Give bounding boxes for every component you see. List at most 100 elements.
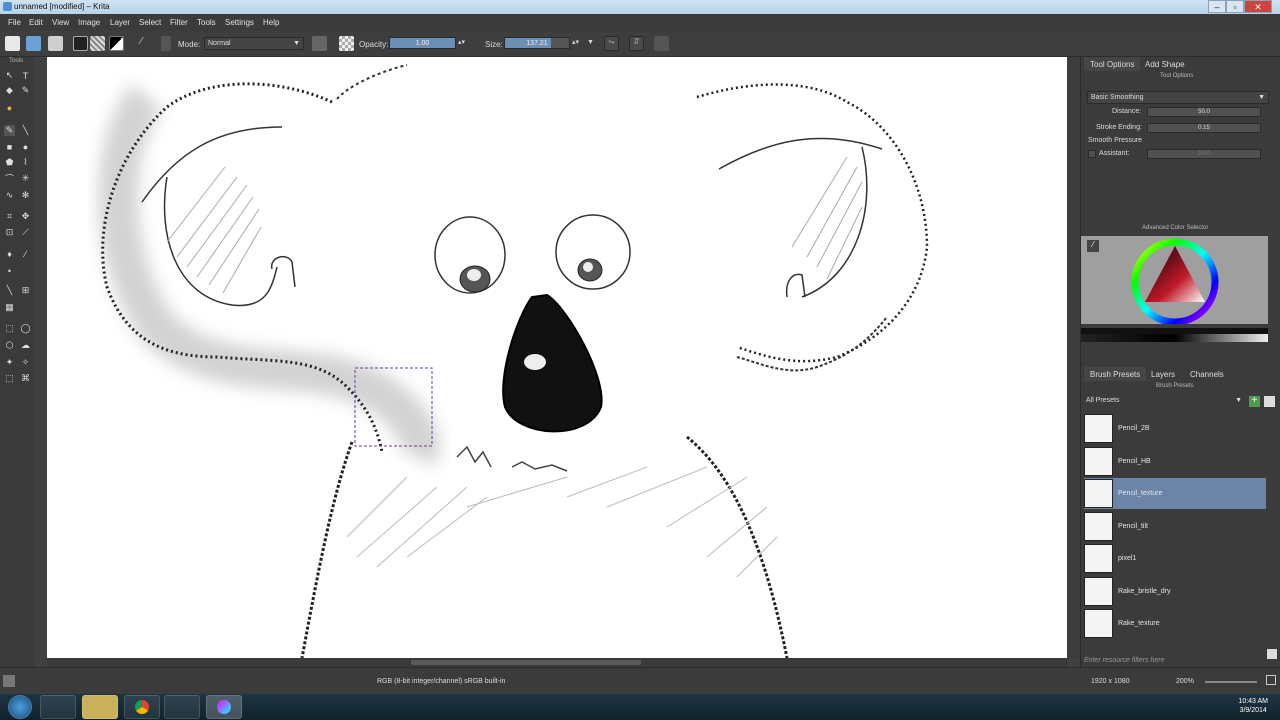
menu-file[interactable]: File (8, 18, 21, 27)
size-stepper-icon[interactable]: ▴▾ (572, 38, 579, 46)
eyedropper-icon[interactable]: ⁄ (1087, 240, 1099, 252)
stroke-ending-slider[interactable]: 0.15 (1147, 123, 1261, 133)
freehand-select-icon[interactable]: ☁ (20, 340, 31, 351)
menu-help[interactable]: Help (263, 18, 279, 27)
brush-preset-item[interactable]: Pencil_2B (1084, 413, 1266, 444)
text-tool-icon[interactable]: T (20, 70, 31, 81)
line-tool-icon[interactable]: ╲ (20, 125, 31, 136)
pattern-icon[interactable] (90, 36, 105, 51)
rect-select-icon[interactable]: ⬚ (4, 323, 15, 334)
color-wheel[interactable] (1081, 236, 1268, 326)
minimize-button[interactable]: – (1208, 0, 1226, 13)
horizontal-scrollbar[interactable] (47, 658, 1067, 667)
assistant-tool-icon[interactable]: ⟋ (20, 227, 31, 238)
sketch-brush-icon[interactable]: ✻ (20, 190, 31, 201)
measure-tool-icon[interactable]: ╲ (4, 285, 15, 296)
alpha-lock-icon[interactable] (339, 36, 354, 51)
assistant-slider[interactable]: 1000 (1147, 149, 1261, 159)
chevron-down-icon[interactable]: ▼ (587, 39, 594, 46)
brush-preset-item[interactable]: Rake_bristle_dry (1084, 576, 1266, 607)
color-history-bar[interactable] (1081, 328, 1268, 350)
crop-tool-icon[interactable]: ⌗ (4, 211, 15, 222)
multibrush-icon[interactable]: ✳ (20, 173, 31, 184)
advanced-color-selector[interactable]: ⁄ (1081, 236, 1268, 326)
color-picker-icon[interactable]: ⁄ (20, 248, 31, 259)
eraser-icon[interactable] (312, 36, 327, 51)
opacity-stepper-icon[interactable]: ▴▾ (458, 38, 465, 46)
close-button[interactable]: ✕ (1244, 0, 1272, 13)
workspace-icon[interactable] (654, 36, 669, 51)
ellipse-select-icon[interactable]: ◯ (20, 323, 31, 334)
drawing-canvas[interactable] (47, 57, 1067, 658)
menu-view[interactable]: View (52, 18, 69, 27)
grid-tool-icon[interactable]: ▦ (4, 302, 15, 313)
zoom-slider[interactable] (1205, 681, 1257, 683)
rectangle-tool-icon[interactable]: ■ (4, 141, 15, 152)
polyline-tool-icon[interactable]: ⌇ (20, 157, 31, 168)
size-slider[interactable]: 137.21 (504, 37, 570, 49)
smart-patch-icon[interactable]: • (4, 265, 15, 276)
brush-preset-item[interactable]: Pencil_tilt (1084, 511, 1266, 542)
menu-select[interactable]: Select (139, 18, 161, 27)
menu-filter[interactable]: Filter (170, 18, 188, 27)
opacity-slider[interactable]: 1.00 (389, 37, 456, 49)
gradient-icon[interactable] (73, 36, 88, 51)
transform-tool-icon[interactable]: ⊡ (4, 227, 15, 238)
tab-tool-options[interactable]: Tool Options (1084, 57, 1141, 71)
tab-add-shape[interactable]: Add Shape (1139, 57, 1191, 71)
system-clock[interactable]: 10:43 AM 3/9/2014 (1238, 697, 1268, 715)
brush-preset-icon[interactable] (161, 36, 171, 51)
calligraphy-icon[interactable]: ✎ (20, 85, 31, 96)
add-preset-icon[interactable]: + (1249, 396, 1260, 407)
resource-filter-input[interactable]: Enter resource filters here (1084, 657, 1165, 664)
fill-tool-icon[interactable]: ♦ (4, 248, 15, 259)
brush-preset-item[interactable]: Rake_texture (1084, 608, 1266, 639)
new-document-icon[interactable] (5, 36, 20, 51)
brush-preset-item[interactable]: Pencil_texture (1084, 478, 1266, 509)
tab-brush-presets[interactable]: Brush Presets (1084, 367, 1147, 381)
magnetic-select-icon[interactable]: ⌘ (20, 373, 31, 384)
filter-options-icon[interactable] (1267, 649, 1277, 659)
preset-filter-select[interactable]: All Presets ▼ (1083, 395, 1245, 408)
assistant-checkbox[interactable] (1088, 150, 1096, 158)
tab-layers[interactable]: Layers (1145, 367, 1181, 381)
select-shapes-icon[interactable]: ↖ (4, 70, 15, 81)
polygon-tool-icon[interactable]: ⬟ (4, 157, 15, 168)
poly-select-icon[interactable]: ⬡ (4, 340, 15, 351)
mirror-y-icon[interactable]: ⇵ (629, 36, 644, 51)
menu-edit[interactable]: Edit (29, 18, 43, 27)
vertical-scrollbar[interactable] (1067, 57, 1080, 658)
brush-settings-icon[interactable]: ⁄ (134, 36, 149, 51)
smooth-pressure-label[interactable]: Smooth Pressure (1088, 137, 1142, 144)
gradient-tool-icon[interactable]: ● (4, 102, 15, 113)
tab-channels[interactable]: Channels (1184, 367, 1230, 381)
explorer-icon[interactable] (82, 695, 118, 719)
similar-select-icon[interactable]: ✧ (20, 357, 31, 368)
brush-preset-item[interactable]: Pencil_HB (1084, 446, 1266, 477)
smoothing-select[interactable]: Basic Smoothing ▼ (1087, 91, 1269, 104)
taskbar-app-2[interactable] (164, 695, 200, 719)
dynamic-brush-icon[interactable]: ∿ (4, 190, 15, 201)
move-tool-icon[interactable]: ✥ (20, 211, 31, 222)
maximize-button[interactable]: ▫ (1226, 0, 1244, 13)
contiguous-select-icon[interactable]: ✦ (4, 357, 15, 368)
color-swatch-icon[interactable] (109, 36, 124, 51)
menu-settings[interactable]: Settings (225, 18, 254, 27)
ruler-tool-icon[interactable]: ⊞ (20, 285, 31, 296)
preset-view-icon[interactable] (1264, 396, 1275, 407)
distance-slider[interactable]: 50.0 (1147, 107, 1261, 117)
bezier-tool-icon[interactable]: ⌒ (4, 173, 15, 184)
bezier-select-icon[interactable]: ⬚ (4, 373, 15, 384)
chrome-icon[interactable] (124, 695, 160, 719)
krita-taskbar-icon[interactable] (206, 695, 242, 719)
menu-image[interactable]: Image (78, 18, 100, 27)
ellipse-tool-icon[interactable]: ● (20, 141, 31, 152)
save-icon[interactable] (48, 36, 63, 51)
open-icon[interactable] (26, 36, 41, 51)
freehand-brush-icon[interactable]: ✎ (4, 125, 15, 136)
taskbar-app-1[interactable] (40, 695, 76, 719)
menu-layer[interactable]: Layer (110, 18, 130, 27)
edit-shapes-icon[interactable]: ◆ (4, 85, 15, 96)
blend-mode-select[interactable]: Normal ▼ (204, 37, 304, 50)
menu-tools[interactable]: Tools (197, 18, 216, 27)
